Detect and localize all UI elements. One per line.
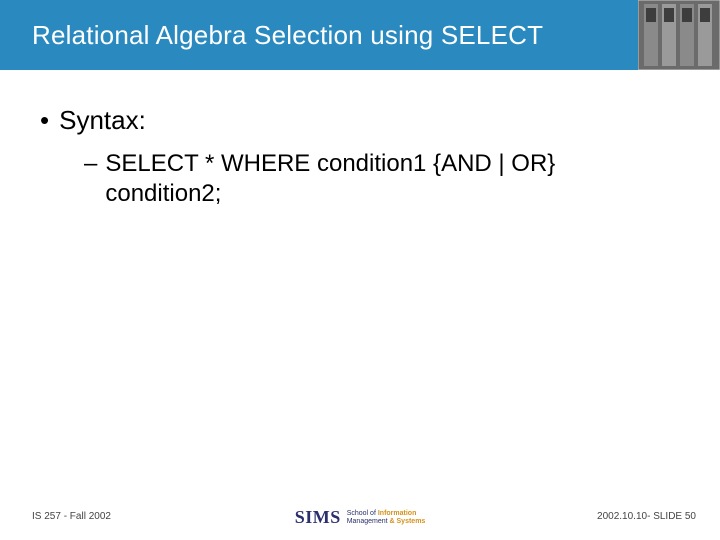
bullet-text: SELECT * WHERE condition1 {AND | OR} con… (105, 149, 665, 209)
slide: Relational Algebra Selection using SELEC… (0, 0, 720, 540)
slide-title: Relational Algebra Selection using SELEC… (32, 20, 543, 51)
logo-line-2: Management & Systems (347, 518, 426, 526)
logo-management: Management (347, 518, 390, 525)
bullet-marker: • (40, 105, 49, 135)
logo-systems: & Systems (390, 518, 426, 525)
logo-subtext: School of Information Management & Syste… (347, 510, 426, 526)
decor-image (638, 0, 720, 70)
sims-logo: SIMS School of Information Management & … (295, 507, 426, 528)
bullet-text: Syntax: (59, 105, 146, 135)
bullet-level-2: – SELECT * WHERE condition1 {AND | OR} c… (84, 149, 680, 209)
title-bar: Relational Algebra Selection using SELEC… (0, 0, 720, 70)
bullet-level-1: • Syntax: (40, 105, 680, 135)
logo-text-main: SIMS (295, 507, 341, 528)
content-area: • Syntax: – SELECT * WHERE condition1 {A… (40, 105, 680, 209)
bullet-marker: – (84, 149, 97, 179)
logo-line-1: School of Information (347, 510, 426, 518)
logo-schoolof: School of (347, 510, 378, 517)
logo-information: Information (378, 510, 417, 517)
footer-left: IS 257 - Fall 2002 (32, 511, 111, 522)
footer-right: 2002.10.10- SLIDE 50 (597, 511, 696, 522)
